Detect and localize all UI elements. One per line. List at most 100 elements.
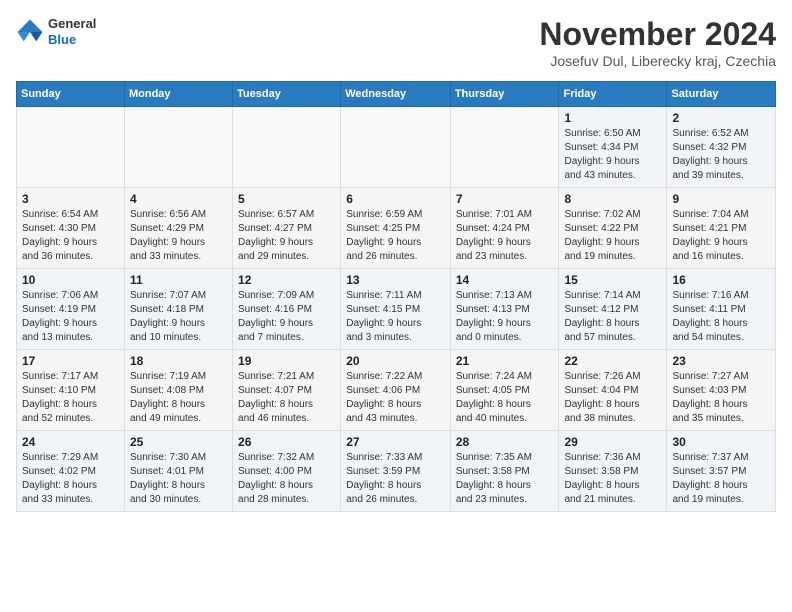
day-number: 30 xyxy=(672,435,770,449)
calendar-day-cell: 8Sunrise: 7:02 AM Sunset: 4:22 PM Daylig… xyxy=(559,188,667,269)
calendar-day-cell: 15Sunrise: 7:14 AM Sunset: 4:12 PM Dayli… xyxy=(559,269,667,350)
calendar-day-cell: 10 Sunrise: 7:06 AM Sunset: 4:19 PM Dayli… xyxy=(17,269,125,350)
calendar-day-cell: 6 Sunrise: 6:59 AM Sunset: 4:25 PM Daylig… xyxy=(341,188,451,269)
day-number: 17 xyxy=(22,354,119,368)
calendar-day-cell: 29Sunrise: 7:36 AM Sunset: 3:58 PM Dayli… xyxy=(559,431,667,512)
day-info: Sunrise: 7:14 AM Sunset: 4:12 PM Dayligh… xyxy=(564,289,661,345)
day-number: 26 xyxy=(238,435,335,449)
calendar-week-row: 17 Sunrise: 7:17 AM Sunset: 4:10 PM Dayli… xyxy=(17,350,776,431)
calendar-day-cell: 3 Sunrise: 6:54 AM Sunset: 4:30 PM Daylig… xyxy=(17,188,125,269)
calendar-day-cell xyxy=(17,107,125,188)
calendar-day-cell: 27 Sunrise: 7:33 AM Sunset: 3:59 PM Dayli… xyxy=(341,431,451,512)
day-number: 10 xyxy=(22,273,119,287)
day-info: Sunrise: 7:24 AM Sunset: 4:05 PM Dayligh… xyxy=(456,370,554,426)
day-number: 25 xyxy=(130,435,227,449)
calendar-day-cell: 12Sunrise: 7:09 AM Sunset: 4:16 PM Dayli… xyxy=(233,269,341,350)
calendar-day-cell: 17 Sunrise: 7:17 AM Sunset: 4:10 PM Dayli… xyxy=(17,350,125,431)
day-info: Sunrise: 7:16 AM Sunset: 4:11 PM Dayligh… xyxy=(672,289,770,345)
calendar-day-cell: 18 Sunrise: 7:19 AM Sunset: 4:08 PM Dayli… xyxy=(124,350,232,431)
weekday-header: Monday xyxy=(124,82,232,107)
calendar-day-cell: 26 Sunrise: 7:32 AM Sunset: 4:00 PM Dayli… xyxy=(233,431,341,512)
day-info: Sunrise: 7:06 AM Sunset: 4:19 PM Dayligh… xyxy=(22,289,119,345)
day-info: Sunrise: 7:13 AM Sunset: 4:13 PM Dayligh… xyxy=(456,289,554,345)
day-info: Sunrise: 6:54 AM Sunset: 4:30 PM Dayligh… xyxy=(22,208,119,264)
location: Josefuv Dul, Liberecky kraj, Czechia xyxy=(539,53,776,69)
calendar-day-cell: 5 Sunrise: 6:57 AM Sunset: 4:27 PM Daylig… xyxy=(233,188,341,269)
calendar-day-cell xyxy=(124,107,232,188)
day-info: Sunrise: 6:59 AM Sunset: 4:25 PM Dayligh… xyxy=(346,208,445,264)
day-info: Sunrise: 7:35 AM Sunset: 3:58 PM Dayligh… xyxy=(456,451,554,507)
logo: General Blue xyxy=(16,16,96,47)
day-number: 18 xyxy=(130,354,227,368)
day-number: 5 xyxy=(238,192,335,206)
day-number: 27 xyxy=(346,435,445,449)
day-info: Sunrise: 7:22 AM Sunset: 4:06 PM Dayligh… xyxy=(346,370,445,426)
day-number: 3 xyxy=(22,192,119,206)
day-info: Sunrise: 6:57 AM Sunset: 4:27 PM Dayligh… xyxy=(238,208,335,264)
calendar-week-row: 10 Sunrise: 7:06 AM Sunset: 4:19 PM Dayli… xyxy=(17,269,776,350)
calendar-day-cell: 22Sunrise: 7:26 AM Sunset: 4:04 PM Dayli… xyxy=(559,350,667,431)
logo-blue: Blue xyxy=(48,32,96,48)
day-number: 20 xyxy=(346,354,445,368)
weekday-header: Thursday xyxy=(450,82,559,107)
day-info: Sunrise: 7:21 AM Sunset: 4:07 PM Dayligh… xyxy=(238,370,335,426)
calendar-week-row: 1Sunrise: 6:50 AM Sunset: 4:34 PM Daylig… xyxy=(17,107,776,188)
calendar-day-cell: 4 Sunrise: 6:56 AM Sunset: 4:29 PM Daylig… xyxy=(124,188,232,269)
day-info: Sunrise: 7:33 AM Sunset: 3:59 PM Dayligh… xyxy=(346,451,445,507)
day-number: 21 xyxy=(456,354,554,368)
day-number: 11 xyxy=(130,273,227,287)
calendar-day-cell: 30 Sunrise: 7:37 AM Sunset: 3:57 PM Dayli… xyxy=(667,431,776,512)
day-number: 6 xyxy=(346,192,445,206)
calendar-day-cell: 11 Sunrise: 7:07 AM Sunset: 4:18 PM Dayli… xyxy=(124,269,232,350)
weekday-header: Saturday xyxy=(667,82,776,107)
day-number: 7 xyxy=(456,192,554,206)
day-info: Sunrise: 7:07 AM Sunset: 4:18 PM Dayligh… xyxy=(130,289,227,345)
day-info: Sunrise: 6:56 AM Sunset: 4:29 PM Dayligh… xyxy=(130,208,227,264)
day-number: 4 xyxy=(130,192,227,206)
calendar-day-cell: 2 Sunrise: 6:52 AM Sunset: 4:32 PM Daylig… xyxy=(667,107,776,188)
weekday-header: Wednesday xyxy=(341,82,451,107)
day-number: 2 xyxy=(672,111,770,125)
calendar-day-cell: 20 Sunrise: 7:22 AM Sunset: 4:06 PM Dayli… xyxy=(341,350,451,431)
logo-general: General xyxy=(48,16,96,32)
calendar-day-cell: 16Sunrise: 7:16 AM Sunset: 4:11 PM Dayli… xyxy=(667,269,776,350)
day-number: 9 xyxy=(672,192,770,206)
day-info: Sunrise: 7:19 AM Sunset: 4:08 PM Dayligh… xyxy=(130,370,227,426)
day-number: 1 xyxy=(564,111,661,125)
day-number: 22 xyxy=(564,354,661,368)
calendar-day-cell: 23Sunrise: 7:27 AM Sunset: 4:03 PM Dayli… xyxy=(667,350,776,431)
day-info: Sunrise: 7:29 AM Sunset: 4:02 PM Dayligh… xyxy=(22,451,119,507)
day-info: Sunrise: 7:01 AM Sunset: 4:24 PM Dayligh… xyxy=(456,208,554,264)
day-info: Sunrise: 7:04 AM Sunset: 4:21 PM Dayligh… xyxy=(672,208,770,264)
calendar-week-row: 3 Sunrise: 6:54 AM Sunset: 4:30 PM Daylig… xyxy=(17,188,776,269)
day-number: 28 xyxy=(456,435,554,449)
day-number: 14 xyxy=(456,273,554,287)
calendar-day-cell: 21 Sunrise: 7:24 AM Sunset: 4:05 PM Dayli… xyxy=(450,350,559,431)
title-area: November 2024 Josefuv Dul, Liberecky kra… xyxy=(539,16,776,69)
calendar-day-cell: 13 Sunrise: 7:11 AM Sunset: 4:15 PM Dayli… xyxy=(341,269,451,350)
month-title: November 2024 xyxy=(539,16,776,53)
calendar-day-cell: 25Sunrise: 7:30 AM Sunset: 4:01 PM Dayli… xyxy=(124,431,232,512)
calendar-day-cell: 1Sunrise: 6:50 AM Sunset: 4:34 PM Daylig… xyxy=(559,107,667,188)
day-number: 29 xyxy=(564,435,661,449)
calendar-day-cell xyxy=(233,107,341,188)
calendar-day-cell: 28 Sunrise: 7:35 AM Sunset: 3:58 PM Dayli… xyxy=(450,431,559,512)
day-info: Sunrise: 7:09 AM Sunset: 4:16 PM Dayligh… xyxy=(238,289,335,345)
day-info: Sunrise: 7:27 AM Sunset: 4:03 PM Dayligh… xyxy=(672,370,770,426)
day-info: Sunrise: 7:17 AM Sunset: 4:10 PM Dayligh… xyxy=(22,370,119,426)
weekday-header: Tuesday xyxy=(233,82,341,107)
weekday-header: Sunday xyxy=(17,82,125,107)
calendar-day-cell: 24 Sunrise: 7:29 AM Sunset: 4:02 PM Dayli… xyxy=(17,431,125,512)
day-info: Sunrise: 7:11 AM Sunset: 4:15 PM Dayligh… xyxy=(346,289,445,345)
day-info: Sunrise: 6:52 AM Sunset: 4:32 PM Dayligh… xyxy=(672,127,770,183)
day-number: 24 xyxy=(22,435,119,449)
day-number: 13 xyxy=(346,273,445,287)
day-number: 8 xyxy=(564,192,661,206)
calendar-header-row: SundayMondayTuesdayWednesdayThursdayFrid… xyxy=(17,82,776,107)
day-info: Sunrise: 7:32 AM Sunset: 4:00 PM Dayligh… xyxy=(238,451,335,507)
logo-text: General Blue xyxy=(48,16,96,47)
day-number: 19 xyxy=(238,354,335,368)
calendar-day-cell: 19 Sunrise: 7:21 AM Sunset: 4:07 PM Dayli… xyxy=(233,350,341,431)
day-info: Sunrise: 7:37 AM Sunset: 3:57 PM Dayligh… xyxy=(672,451,770,507)
calendar-day-cell: 9 Sunrise: 7:04 AM Sunset: 4:21 PM Daylig… xyxy=(667,188,776,269)
